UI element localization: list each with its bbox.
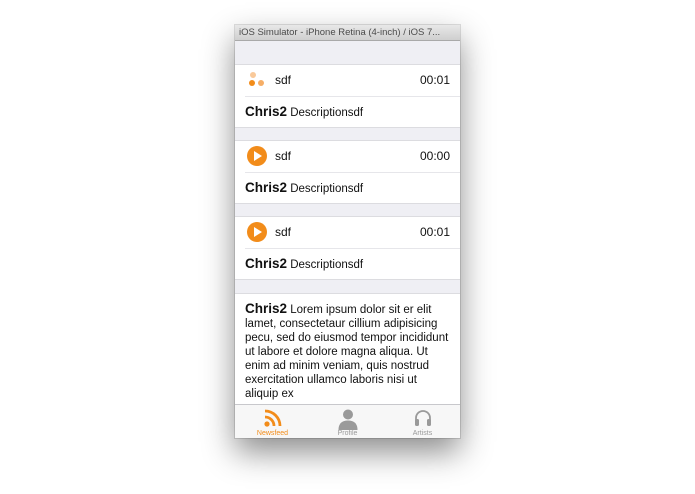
tab-label: Newsfeed [256,430,289,437]
tab-profile[interactable]: Profile [310,405,385,438]
author-name: Chris2 [245,301,288,316]
person-icon [338,409,357,430]
track-title: sdf [275,73,292,87]
feed-item-body: Chris2 Descriptionsdf [235,173,460,203]
feed-item-body: Chris2 Descriptionsdf [235,249,460,279]
feed-item-header[interactable]: sdf 00:00 [245,141,460,173]
tab-label: Profile [337,430,358,437]
description-text: Descriptionsdf [290,259,364,271]
feed-item[interactable]: sdf 00:01 Chris2 Descriptionsdf [235,216,460,280]
feed-item[interactable]: sdf 00:01 Chris2 Descriptionsdf [235,64,460,128]
feed-item-description-line: Chris2 Descriptionsdf [245,173,363,204]
description-text: Descriptionsdf [290,183,364,195]
tab-label: Artists [412,430,433,437]
rss-icon [263,409,281,427]
tab-artists[interactable]: Artists [385,405,460,438]
author-name: Chris2 [245,104,288,119]
feed-item-body: Chris2 Descriptionsdf [235,97,460,127]
feed-item[interactable]: sdf 00:00 Chris2 Descriptionsdf [235,140,460,204]
feed-item-header[interactable]: sdf 00:01 [245,65,460,97]
window-titlebar: iOS Simulator - iPhone Retina (4-inch) /… [235,25,460,41]
feed-item-description-line: Chris2 Descriptionsdf [245,97,363,128]
text-post[interactable]: Chris2 Lorem ipsum dolor sit er elit lam… [235,293,460,404]
play-icon[interactable] [247,222,267,242]
track-duration: 00:01 [419,225,450,239]
simulator-window: iOS Simulator - iPhone Retina (4-inch) /… [235,25,460,438]
track-title: sdf [275,149,292,163]
description-text: Descriptionsdf [290,107,364,119]
feed-item-description-line: Chris2 Descriptionsdf [245,249,363,280]
author-name: Chris2 [245,256,288,271]
track-duration: 00:00 [419,149,450,163]
track-duration: 00:01 [419,73,450,87]
headphones-icon [414,410,431,426]
tab-newsfeed[interactable]: Newsfeed [235,405,310,438]
loading-dots-icon [247,70,267,90]
author-name: Chris2 [245,180,288,195]
tab-bar: Newsfeed Profile Artists [235,404,460,438]
feed-item-header[interactable]: sdf 00:01 [245,217,460,249]
track-title: sdf [275,225,292,239]
post-body: Lorem ipsum dolor sit er elit lamet, con… [245,304,449,400]
play-icon[interactable] [247,146,267,166]
app-screen: sdf 00:01 Chris2 Descriptionsdf sdf 00:0… [235,41,460,438]
